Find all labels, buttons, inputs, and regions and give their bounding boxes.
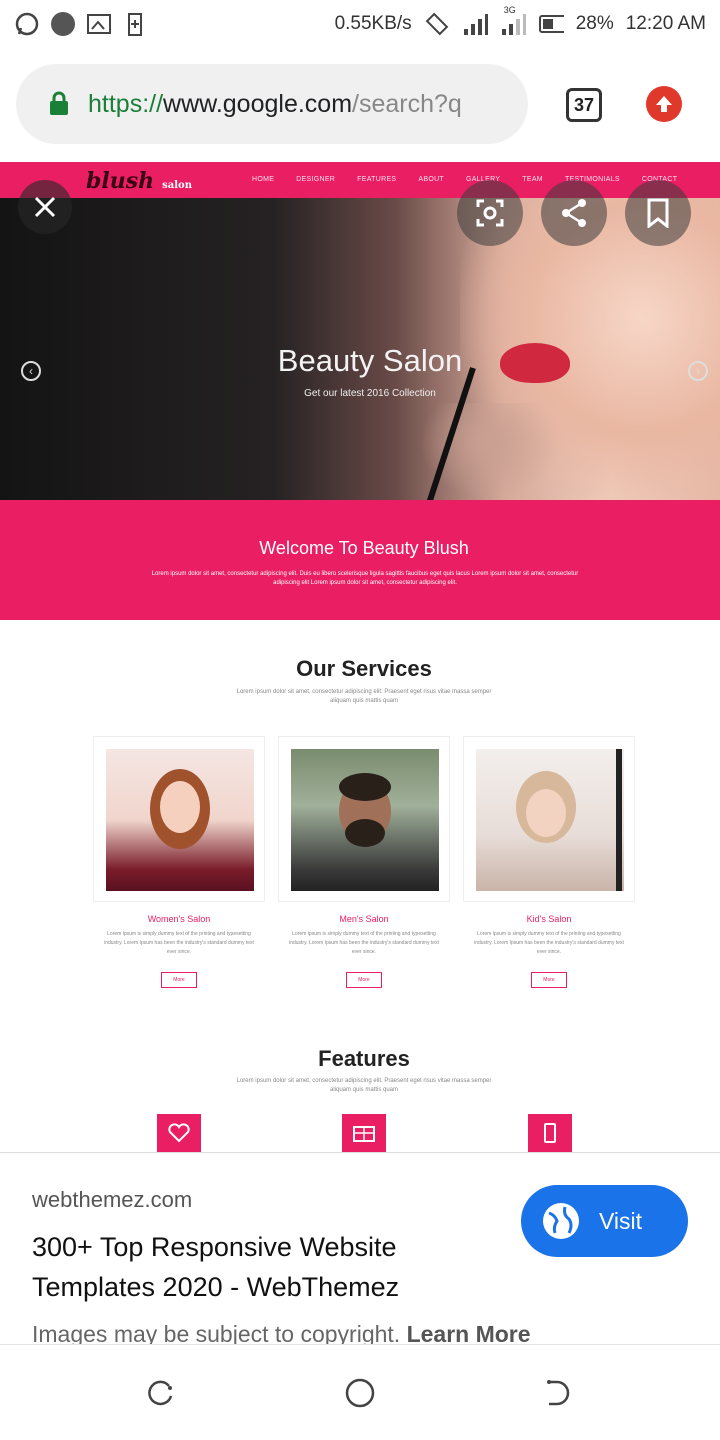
features-title: Features — [318, 1046, 410, 1071]
image-preview[interactable]: blush salon HOME DESIGNER FEATURES ABOUT … — [0, 158, 720, 1152]
features-subtitle: Lorem ipsum dolor sit amet, consectetur … — [236, 1078, 492, 1093]
gift-icon — [342, 1114, 386, 1152]
service-card — [278, 736, 450, 902]
url-bar[interactable]: https:// www.google.com /search?q — [16, 64, 528, 144]
site-nav-item: DESIGNER — [296, 176, 336, 183]
chevron-left-icon: ‹ — [21, 361, 41, 381]
services-title: Our Services — [296, 656, 432, 681]
back-button[interactable] — [542, 1377, 574, 1409]
app-icon — [50, 11, 76, 37]
status-bar: 0.55KB/s 3G 28% 12:20 AM — [0, 0, 720, 48]
service-title: Kid's Salon — [526, 914, 572, 924]
recents-icon — [148, 1380, 173, 1406]
welcome-text: Lorem ipsum dolor sit amet, consectetur … — [151, 571, 579, 586]
browser-toolbar: https:// www.google.com /search?q 37 — [0, 48, 720, 158]
upload-button[interactable] — [646, 86, 682, 122]
service-more-button: More — [161, 972, 197, 988]
women-salon-photo — [106, 749, 254, 891]
hero-banner: Beauty Salon Get our latest 2016 Collect… — [0, 198, 720, 541]
network-type: 3G — [503, 5, 516, 15]
source-domain: webthemez.com — [32, 1187, 193, 1212]
hero-subtitle: Get our latest 2016 Collection — [304, 388, 436, 399]
service-more-button: More — [531, 972, 567, 988]
url-scheme: https:// — [88, 89, 164, 118]
heart-icon — [157, 1114, 201, 1152]
mobile-icon — [528, 1114, 572, 1152]
home-icon — [345, 1378, 375, 1408]
result-info-panel: webthemez.com 300+ Top Responsive Websit… — [0, 1152, 720, 1347]
close-icon — [34, 196, 56, 218]
service-text: Lorem ipsum is simply dummy text of the … — [289, 931, 439, 955]
hero-title: Beauty Salon — [277, 343, 463, 378]
kids-salon-photo — [476, 749, 624, 891]
lens-icon — [476, 199, 504, 227]
url-path: /search?q — [352, 89, 462, 118]
signal-icon — [462, 11, 488, 37]
bookmark-button[interactable] — [625, 180, 691, 246]
lens-button[interactable] — [457, 180, 523, 246]
site-nav-item: HOME — [252, 176, 275, 183]
share-button[interactable] — [541, 180, 607, 246]
battery-percent: 28% — [575, 13, 614, 34]
site-logo: blush salon — [86, 168, 192, 194]
hero-hand — [420, 403, 560, 500]
welcome-section: Welcome To Beauty Blush Lorem ipsum dolo… — [0, 500, 720, 620]
url-host: www.google.com — [163, 89, 353, 118]
tab-switcher-button[interactable]: 37 — [566, 88, 602, 122]
service-text: Lorem ipsum is simply dummy text of the … — [104, 931, 254, 955]
service-more-button: More — [346, 972, 382, 988]
site-logo-sub: salon — [162, 180, 192, 191]
system-nav-bar — [0, 1344, 720, 1440]
battery-plus-icon — [122, 11, 148, 37]
bookmark-icon — [647, 198, 669, 228]
men-salon-photo — [291, 749, 439, 891]
site-nav-item: FEATURES — [357, 176, 397, 183]
back-icon — [547, 1380, 570, 1406]
site-nav-item: ABOUT — [418, 176, 445, 183]
result-title[interactable]: 300+ Top Responsive Website Templates 20… — [32, 1227, 472, 1307]
site-nav-item: TEAM — [522, 176, 543, 183]
rotate-icon — [424, 11, 450, 37]
service-title: Men's Salon — [339, 914, 389, 924]
arrow-up-icon — [656, 96, 672, 112]
recents-button[interactable] — [144, 1377, 176, 1409]
share-icon — [562, 199, 586, 227]
whatsapp-icon — [14, 11, 40, 37]
site-logo-text: blush — [86, 168, 155, 194]
site-nav-links: HOME DESIGNER FEATURES ABOUT GALLERY TEA… — [252, 176, 677, 183]
globe-icon — [543, 1203, 579, 1239]
signal-3g-icon: 3G — [500, 5, 526, 37]
home-button[interactable] — [344, 1377, 376, 1409]
clock: 12:20 AM — [625, 13, 706, 34]
service-card — [463, 736, 635, 902]
service-title: Women's Salon — [147, 914, 211, 924]
image-icon — [86, 11, 112, 37]
lock-icon — [48, 91, 70, 117]
close-button[interactable] — [18, 180, 72, 234]
chevron-right-icon: › — [688, 361, 708, 381]
welcome-title: Welcome To Beauty Blush — [259, 538, 469, 558]
visit-label: Visit — [599, 1207, 643, 1234]
service-text: Lorem ipsum is simply dummy text of the … — [474, 931, 624, 955]
network-speed: 0.55KB/s — [334, 13, 412, 34]
services-subtitle: Lorem ipsum dolor sit amet, consectetur … — [236, 689, 492, 704]
visit-button[interactable]: Visit — [521, 1185, 688, 1257]
battery-icon — [538, 11, 564, 37]
site-navbar: blush salon HOME DESIGNER FEATURES ABOUT … — [0, 162, 720, 198]
service-card — [93, 736, 265, 902]
